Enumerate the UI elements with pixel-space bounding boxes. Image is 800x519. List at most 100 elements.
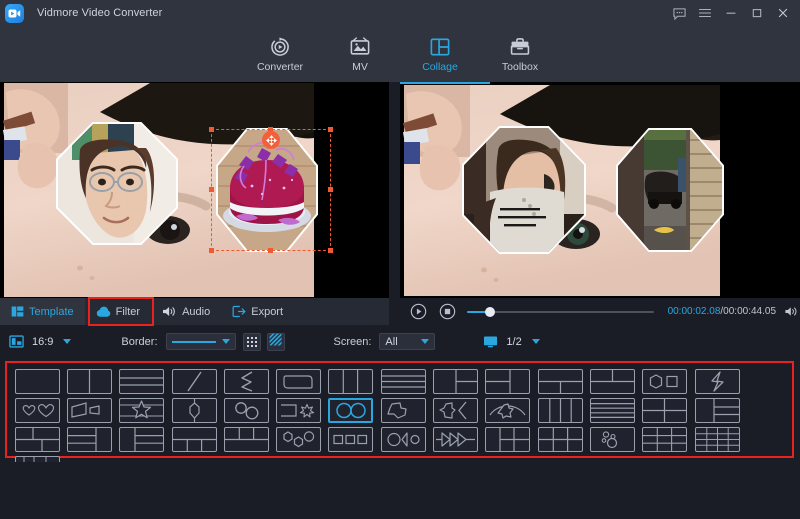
template-cell[interactable] [63, 425, 115, 454]
handle-bottom-center[interactable] [268, 248, 273, 253]
template-cell[interactable] [691, 396, 743, 425]
template-two-horizontal-split[interactable] [119, 369, 164, 394]
template-cell[interactable] [325, 367, 377, 396]
template-hexagon-and-square[interactable] [642, 369, 687, 394]
template-cell[interactable] [586, 367, 638, 396]
template-quad-grid[interactable] [642, 398, 687, 423]
slider-knob[interactable] [485, 307, 495, 317]
template-left-large-right-stack[interactable] [433, 369, 478, 394]
tab-export-edit[interactable]: Export [221, 298, 294, 325]
tab-collage[interactable]: Collage [400, 26, 480, 82]
template-nine-grid[interactable] [642, 427, 687, 452]
template-cell[interactable] [534, 367, 586, 396]
template-cell[interactable] [691, 425, 743, 454]
template-lightning-split[interactable] [695, 369, 740, 394]
template-cell[interactable] [482, 396, 534, 425]
template-cell[interactable] [272, 425, 324, 454]
collage-edit-preview[interactable] [0, 82, 389, 298]
play-circle-icon[interactable] [408, 301, 429, 323]
template-top-full-two-bottom[interactable] [538, 369, 583, 394]
template-six-grid[interactable] [538, 427, 583, 452]
template-triple-arrow[interactable] [433, 427, 478, 452]
stop-circle-icon[interactable] [437, 301, 458, 323]
border-texture-button[interactable] [267, 333, 285, 351]
template-cell[interactable] [272, 396, 324, 425]
handle-middle-right[interactable] [328, 187, 333, 192]
template-cell[interactable] [377, 425, 429, 454]
template-cell[interactable] [325, 425, 377, 454]
aspect-ratio-value[interactable]: 16:9 [32, 336, 53, 348]
template-cell[interactable] [116, 396, 168, 425]
aspect-ratio-icon[interactable] [9, 334, 24, 349]
monitor-icon[interactable] [483, 335, 498, 349]
handle-bottom-left[interactable] [209, 248, 214, 253]
template-cell[interactable] [11, 367, 63, 396]
template-puzzle-wedge[interactable] [433, 398, 478, 423]
template-cell[interactable] [220, 396, 272, 425]
handle-middle-left[interactable] [209, 187, 214, 192]
template-star-band[interactable] [119, 398, 164, 423]
template-cell[interactable] [168, 425, 220, 454]
tab-template[interactable]: Template [0, 298, 85, 325]
feedback-button[interactable] [666, 0, 692, 26]
template-cell[interactable] [639, 367, 691, 396]
template-cell[interactable] [272, 367, 324, 396]
template-cell[interactable] [220, 367, 272, 396]
handle-bottom-right[interactable] [328, 248, 333, 253]
template-cell[interactable] [639, 425, 691, 454]
tab-audio[interactable]: Audio [151, 298, 221, 325]
template-circle-triangle-circle[interactable] [381, 427, 426, 452]
template-cell[interactable] [429, 367, 481, 396]
template-bottom-three-columns[interactable] [172, 427, 217, 452]
template-top-three-columns[interactable] [224, 427, 269, 452]
template-arc-star[interactable] [485, 398, 530, 423]
template-flag-and-sun[interactable] [276, 398, 321, 423]
template-cell[interactable] [377, 367, 429, 396]
person-clip-octagon[interactable] [56, 122, 178, 245]
template-left-band-right-quad[interactable] [485, 427, 530, 452]
border-style-select[interactable] [166, 333, 236, 350]
menu-button[interactable] [692, 0, 718, 26]
template-cell[interactable] [586, 425, 638, 454]
template-cell[interactable] [168, 367, 220, 396]
template-three-squares-row[interactable] [328, 427, 373, 452]
template-twelve-grid[interactable] [695, 427, 740, 452]
template-cell[interactable] [429, 425, 481, 454]
collage-output-preview[interactable] [400, 82, 800, 298]
template-two-top-two-bottom-offset[interactable] [15, 427, 60, 452]
template-cell[interactable] [534, 425, 586, 454]
template-rounded-rect-frame[interactable] [276, 369, 321, 394]
template-bubbles-cluster[interactable] [590, 427, 635, 452]
template-diagonal-split[interactable] [172, 369, 217, 394]
template-three-circles-row[interactable] [276, 427, 321, 452]
template-three-vertical-columns[interactable] [328, 369, 373, 394]
template-cell[interactable] [11, 425, 63, 454]
template-cell[interactable] [639, 396, 691, 425]
close-button[interactable] [770, 0, 796, 26]
tab-toolbox[interactable]: Toolbox [480, 26, 560, 82]
template-cell[interactable] [377, 396, 429, 425]
template-cell[interactable] [586, 396, 638, 425]
template-cell[interactable] [220, 425, 272, 454]
template-cell[interactable] [63, 396, 115, 425]
template-megaphone-shape[interactable] [67, 398, 112, 423]
page-chevron-down-icon[interactable] [532, 339, 540, 344]
template-cell[interactable] [116, 425, 168, 454]
template-left-band-quad[interactable] [695, 398, 740, 423]
template-cell[interactable] [482, 367, 534, 396]
template-curved-arrow-split[interactable] [224, 369, 269, 394]
border-style-chevron-down-icon[interactable] [222, 339, 230, 344]
screen-chevron-down-icon[interactable] [421, 339, 429, 344]
tab-mv[interactable]: MV [320, 26, 400, 82]
border-color-button[interactable] [243, 333, 261, 351]
template-cell[interactable] [429, 396, 481, 425]
maximize-button[interactable] [744, 0, 770, 26]
playback-slider[interactable] [467, 305, 653, 319]
template-cell[interactable] [168, 396, 220, 425]
template-grid[interactable] [7, 363, 792, 456]
template-two-circles-offset[interactable] [224, 398, 269, 423]
template-cell[interactable] [11, 396, 63, 425]
tab-converter[interactable]: Converter [240, 26, 320, 82]
template-cell[interactable] [482, 425, 534, 454]
template-cell[interactable] [691, 367, 743, 396]
